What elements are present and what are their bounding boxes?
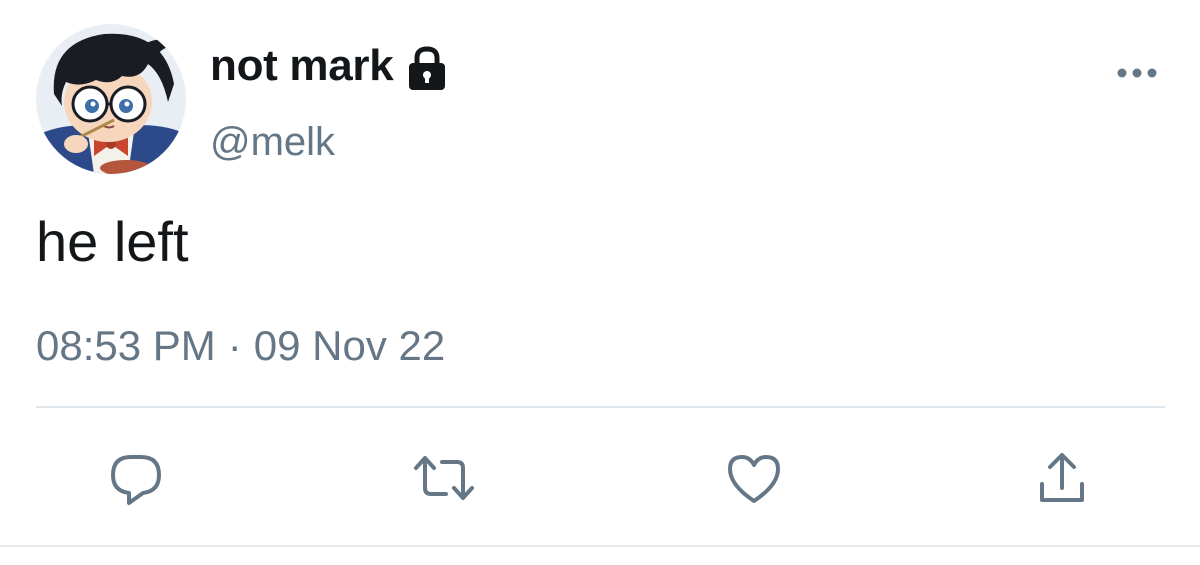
divider xyxy=(36,406,1165,408)
reply-button[interactable] xyxy=(104,446,168,510)
lock-icon xyxy=(403,44,451,92)
bottom-divider xyxy=(0,545,1200,547)
tweet-text: he left xyxy=(36,210,189,273)
more-options-icon[interactable] xyxy=(1112,58,1162,88)
tweet-time[interactable]: 08:53 PM xyxy=(36,320,216,372)
display-name-row: not mark xyxy=(210,38,451,94)
tweet-date[interactable]: 09 Nov 22 xyxy=(254,320,445,372)
avatar[interactable] xyxy=(36,24,186,174)
display-name[interactable]: not mark xyxy=(210,38,394,94)
retweet-button[interactable] xyxy=(412,446,476,510)
timestamp-separator: · xyxy=(227,322,242,369)
timestamp: 08:53 PM · 09 Nov 22 xyxy=(36,320,445,372)
reply-icon xyxy=(111,455,161,505)
like-button[interactable] xyxy=(722,446,786,510)
share-icon xyxy=(1040,453,1084,502)
tweet-card: not mark @melk he left 08:53 PM · 09 Nov… xyxy=(0,0,1200,565)
avatar-image xyxy=(36,24,186,174)
heart-icon xyxy=(728,455,780,503)
share-button[interactable] xyxy=(1030,446,1094,510)
retweet-icon xyxy=(414,456,474,500)
user-handle[interactable]: @melk xyxy=(210,116,335,168)
